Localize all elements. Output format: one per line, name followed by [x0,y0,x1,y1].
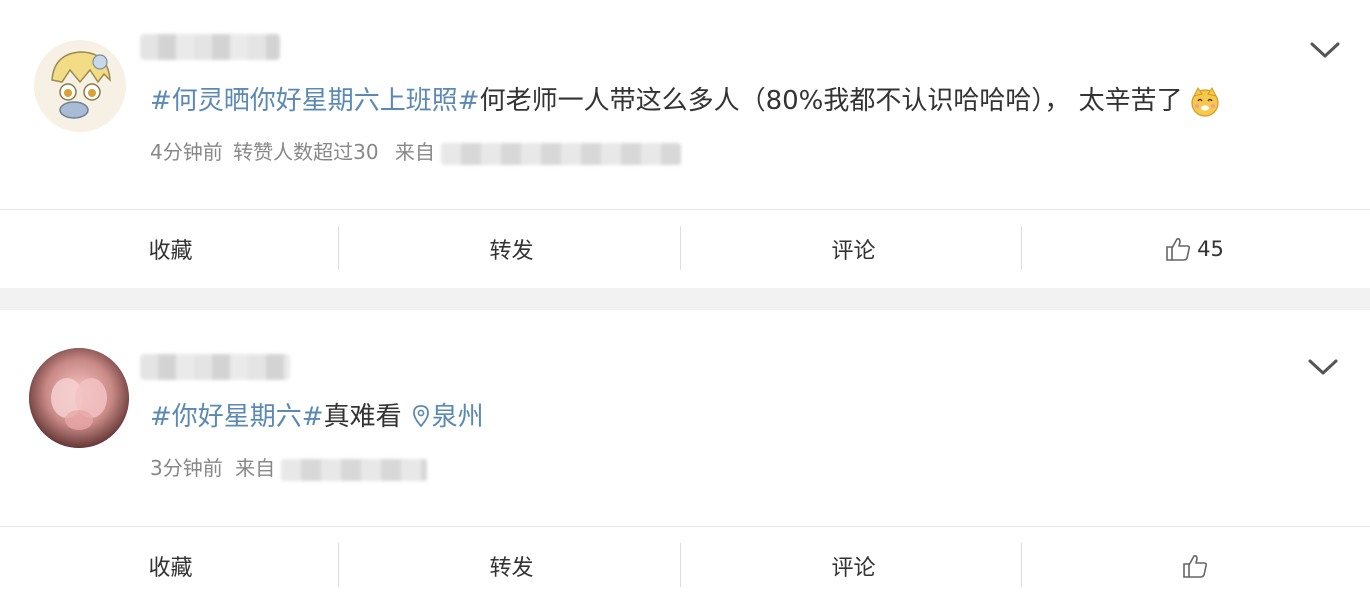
topic-link[interactable]: #何灵晒你好星期六上班照# [150,86,480,116]
like-button[interactable] [1024,527,1365,605]
divider [1021,543,1022,587]
divider [338,543,339,587]
comment-button[interactable]: 评论 [683,210,1024,288]
avatar[interactable] [34,40,126,132]
favorite-button[interactable]: 收藏 [0,210,341,288]
comment-label: 评论 [831,239,876,264]
favorite-label: 收藏 [148,239,193,264]
post-text: #何灵晒你好星期六上班照#何老师一人带这么多人（80%我都不认识哈哈哈）， 太辛… [150,83,1221,119]
comment-label: 评论 [831,556,876,581]
divider [338,226,339,270]
weibo-post: #何灵晒你好星期六上班照#何老师一人带这么多人（80%我都不认识哈哈哈）， 太辛… [0,0,1370,288]
repost-button[interactable]: 转发 [341,527,682,605]
topic-link[interactable]: #你好星期六# [150,402,324,432]
avatar[interactable] [29,348,129,448]
thumbs-up-icon [1166,238,1191,261]
cat-emoji-icon [1191,86,1219,117]
action-bar: 收藏 转发 评论 45 [0,209,1370,288]
favorite-button[interactable]: 收藏 [0,527,341,605]
repost-button[interactable]: 转发 [341,210,682,288]
username[interactable] [140,354,290,380]
post-meta: 4分钟前 转赞人数超过30 来自 [150,139,681,165]
avatar-image [29,348,129,448]
post-content: 何老师一人带这么多人（80%我都不认识哈哈哈）， 太辛苦了 [479,86,1183,116]
repost-note: 转赞人数超过30 [233,140,379,164]
source-label: 来自 [394,140,435,164]
divider [1021,226,1022,270]
divider [680,226,681,270]
favorite-label: 收藏 [148,556,193,581]
post-time[interactable]: 3分钟前 [150,456,223,480]
source-app[interactable] [440,142,681,165]
weibo-post: #你好星期六#真难看 泉州 3分钟前 来自 收藏 转发 评论 [0,310,1370,609]
location-pin-icon [412,405,429,428]
source-label: 来自 [235,456,276,480]
repost-label: 转发 [489,239,534,264]
chevron-down-icon[interactable] [1306,38,1344,62]
post-text: #你好星期六#真难看 泉州 [150,399,484,435]
like-button[interactable]: 45 [1024,210,1365,288]
like-count: 45 [1197,237,1224,261]
post-content: 真难看 [323,402,402,432]
thumbs-up-icon [1182,555,1207,578]
comment-button[interactable]: 评论 [683,527,1024,605]
post-meta: 3分钟前 来自 [150,455,428,481]
username[interactable] [140,34,280,60]
location-link[interactable]: 泉州 [432,402,484,432]
divider [680,543,681,587]
repost-label: 转发 [489,556,534,581]
action-bar: 收藏 转发 评论 [0,526,1370,605]
source-app[interactable] [281,458,428,481]
post-time[interactable]: 4分钟前 [150,140,223,164]
avatar-image [34,40,126,132]
chevron-down-icon[interactable] [1304,355,1342,379]
